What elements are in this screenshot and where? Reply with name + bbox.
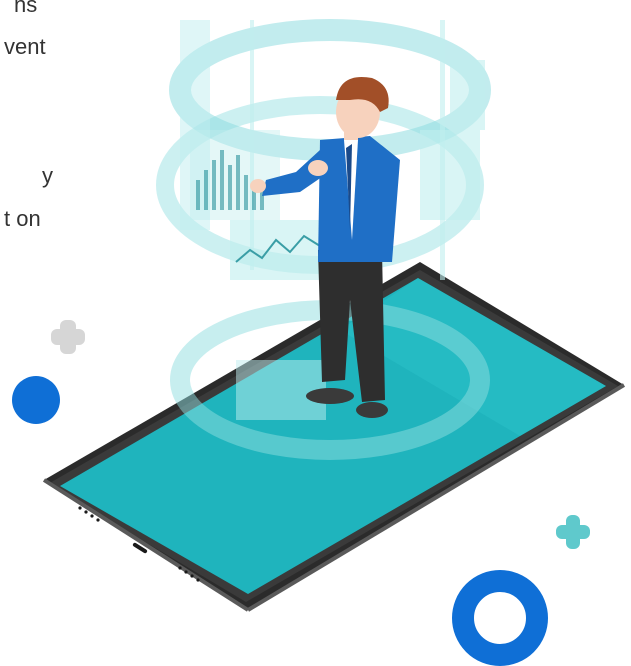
dot-blue (12, 376, 60, 424)
hologram-phone-illustration (12, 19, 626, 666)
ring-blue (452, 570, 548, 666)
plus-icon-teal (556, 515, 590, 549)
plus-icon-gray (51, 320, 85, 354)
